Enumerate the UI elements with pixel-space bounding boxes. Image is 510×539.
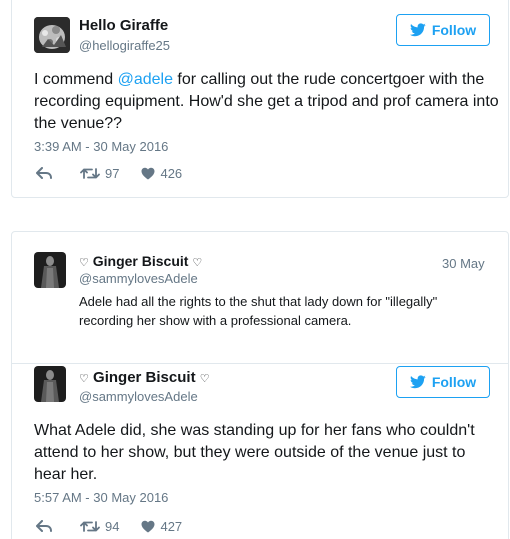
adele-avatar-image: [34, 252, 66, 288]
avatar[interactable]: [34, 366, 66, 402]
heart-outline-icon: ♡: [79, 257, 89, 269]
giraffe-avatar-image: [34, 17, 70, 53]
tweet-text-part: I commend: [34, 71, 118, 88]
retweet-count: 94: [105, 519, 120, 534]
follow-label: Follow: [431, 374, 477, 390]
follow-button[interactable]: Follow: [396, 14, 490, 46]
author-name-text: Ginger Biscuit: [93, 369, 196, 386]
retweet-action[interactable]: 94: [80, 519, 119, 534]
like-count: 427: [160, 519, 183, 534]
quoted-text: Adele had all the rights to the shut tha…: [79, 294, 438, 328]
tweet-text: I commend @adele for calling out the rud…: [34, 69, 504, 135]
author-name-text: Ginger Biscuit: [92, 253, 189, 269]
adele-avatar-image: [34, 366, 66, 402]
retweet-action[interactable]: 97: [80, 166, 119, 181]
quoted-date[interactable]: 30 May: [442, 256, 485, 271]
like-action[interactable]: 427: [141, 519, 182, 534]
heart-outline-icon: ♡: [192, 257, 203, 269]
follow-button[interactable]: Follow: [396, 366, 490, 398]
like-action[interactable]: 426: [141, 166, 182, 181]
reply-icon: [36, 520, 52, 532]
heart-outline-icon: ♡: [199, 373, 210, 385]
reply-icon: [36, 167, 52, 179]
like-count: 426: [160, 166, 183, 181]
mention-link[interactable]: @adele: [118, 71, 173, 88]
retweet-icon: [80, 521, 100, 532]
like-icon: [141, 520, 155, 533]
tweet-card-hello-giraffe: Hello Giraffe @hellogiraffe25 Follow I c…: [11, 0, 509, 198]
retweet-count: 97: [105, 166, 120, 181]
timestamp[interactable]: 5:57 AM - 30 May 2016: [34, 490, 168, 505]
quoted-tweet[interactable]: ♡ Ginger Biscuit ♡ @sammylovesAdele 30 M…: [12, 242, 508, 364]
reply-action[interactable]: [36, 167, 52, 180]
avatar[interactable]: [34, 252, 66, 288]
like-icon: [141, 167, 155, 180]
author-handle[interactable]: @sammylovesAdele: [79, 389, 198, 404]
twitter-bird-icon: [409, 375, 426, 389]
author-name[interactable]: Hello Giraffe: [79, 17, 168, 34]
author-handle[interactable]: @hellogiraffe25: [79, 38, 170, 53]
reply-action[interactable]: [36, 520, 52, 533]
author-name[interactable]: ♡ Ginger Biscuit ♡: [79, 253, 202, 269]
author-name[interactable]: ♡ Ginger Biscuit ♡: [79, 369, 210, 386]
heart-outline-icon: ♡: [79, 373, 89, 385]
tweet-text: What Adele did, she was standing up for …: [34, 422, 475, 483]
tweet-actions: 97 426: [36, 166, 204, 181]
tweet-card-ginger-biscuit: ♡ Ginger Biscuit ♡ @sammylovesAdele 30 M…: [11, 231, 509, 539]
author-handle[interactable]: @sammylovesAdele: [79, 271, 198, 286]
twitter-bird-icon: [409, 23, 426, 37]
follow-label: Follow: [431, 22, 477, 38]
retweet-icon: [80, 168, 100, 179]
avatar[interactable]: [34, 17, 70, 53]
timestamp[interactable]: 3:39 AM - 30 May 2016: [34, 139, 168, 154]
tweet-actions: 94 427: [36, 519, 204, 534]
